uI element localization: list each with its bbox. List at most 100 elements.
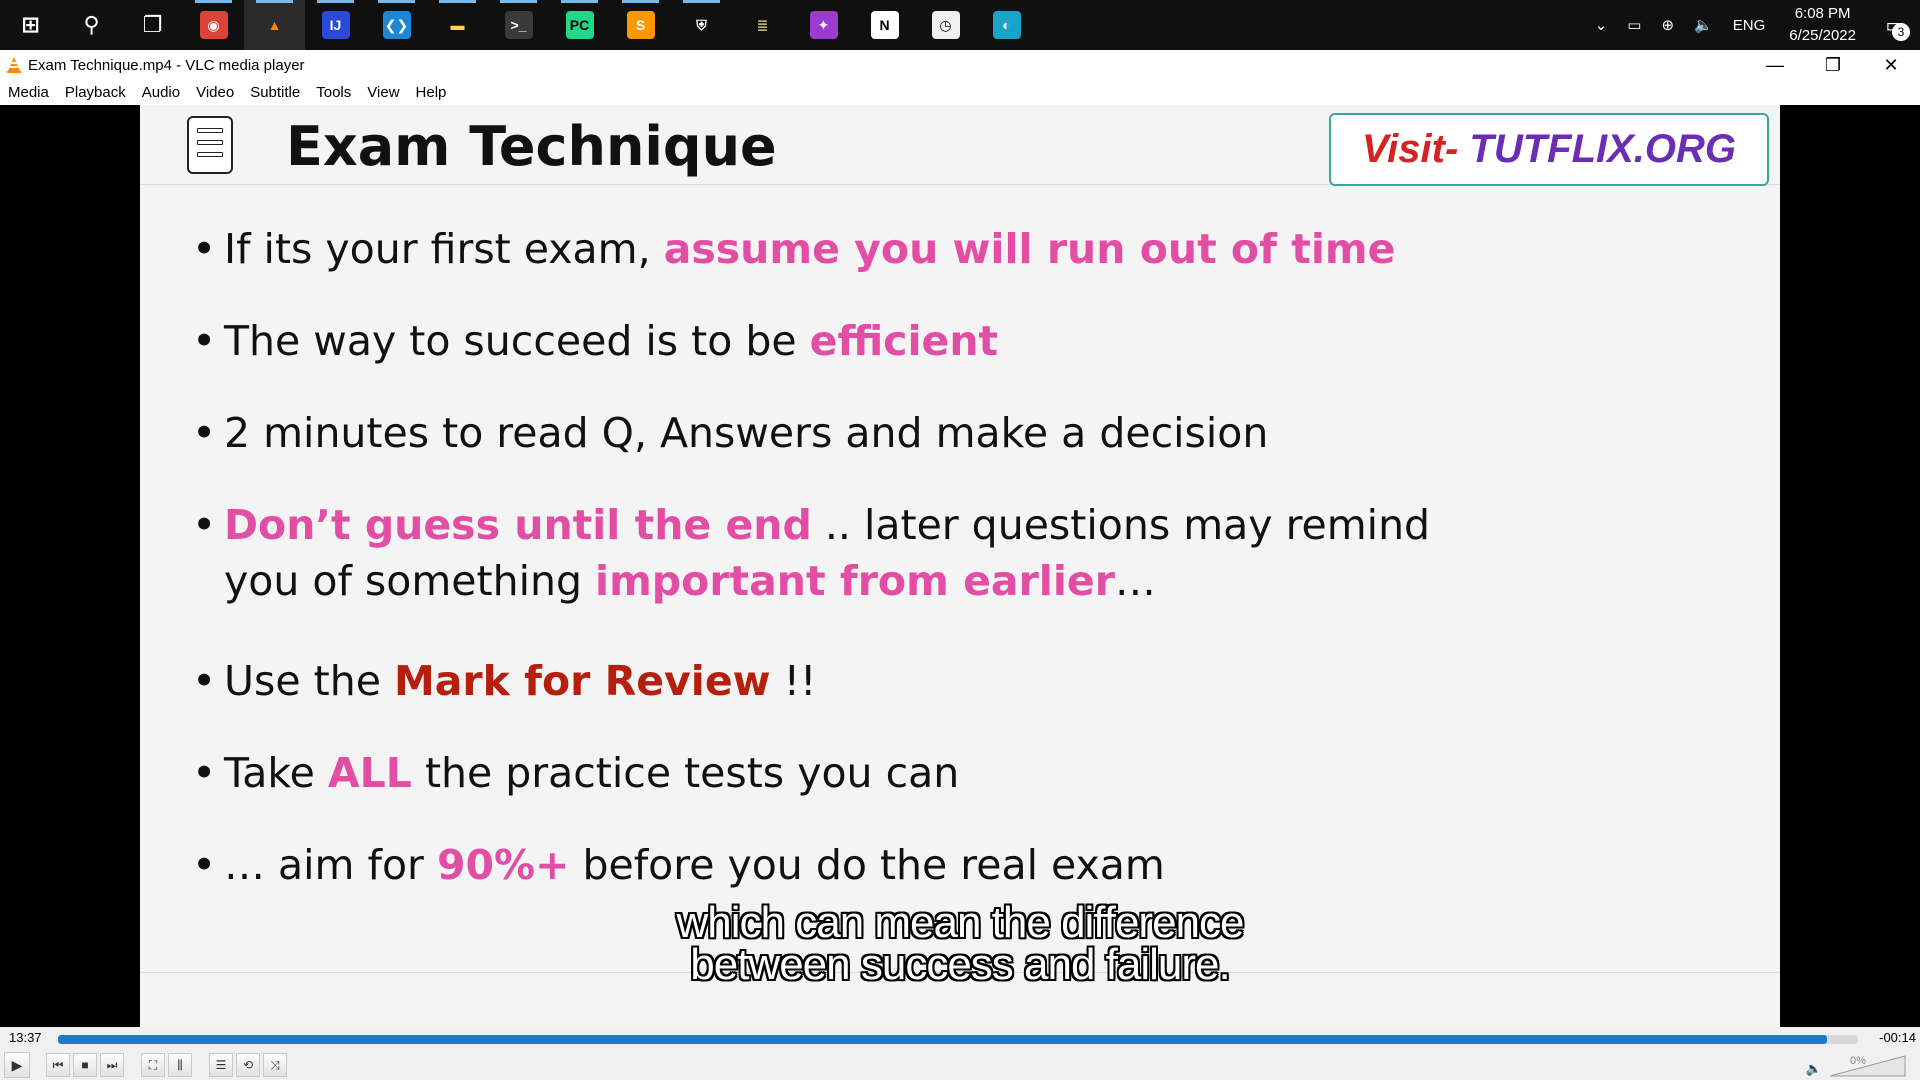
remaining-time[interactable]: -00:14 xyxy=(1879,1030,1916,1045)
taskbar-app-file-explorer[interactable]: ▬ xyxy=(427,0,488,50)
bullet-highlight: 90%+ xyxy=(436,841,570,889)
network-icon[interactable]: ⊕ xyxy=(1651,0,1684,50)
fullscreen-button[interactable]: ⛶ xyxy=(141,1053,165,1077)
taskbar-apps: ⊞ ⚲ ❐ ◉ ▲ IJ ❮❯ ▬ >_ PC S ⛨ ≣ ✦ N ◷ ◐ xyxy=(0,0,1037,50)
window-titlebar: Exam Technique.mp4 - VLC media player — … xyxy=(0,50,1920,80)
menu-playback[interactable]: Playback xyxy=(57,84,134,101)
playlist-button[interactable]: ☰ xyxy=(209,1053,233,1077)
taskbar-app-vlc[interactable]: ▲ xyxy=(244,0,305,50)
menu-video[interactable]: Video xyxy=(188,84,242,101)
bullet-item: 2 minutes to read Q, Answers and make a … xyxy=(192,405,1692,461)
menu-subtitle[interactable]: Subtitle xyxy=(242,84,308,101)
security-shield-icon: ⛨ xyxy=(696,16,707,33)
bullet-item: Take ALL the practice tests you can xyxy=(192,745,1692,801)
taskbar-app-sublime-text[interactable]: S xyxy=(610,0,671,50)
menu-audio[interactable]: Audio xyxy=(134,84,188,101)
window-controls: — ❐ ✕ xyxy=(1746,50,1920,80)
minimize-button[interactable]: — xyxy=(1746,50,1804,80)
taskbar-app-security-shield[interactable]: ⛨ xyxy=(671,0,732,50)
bullet-item: Don’t guess until the end .. later quest… xyxy=(192,497,1512,609)
clock-app-icon: ◷ xyxy=(931,11,960,39)
subtitle-line-2: between success and failure. xyxy=(690,940,1230,989)
bullet-text: Take xyxy=(224,749,328,797)
menu-help[interactable]: Help xyxy=(408,84,455,101)
seek-bar[interactable] xyxy=(58,1035,1858,1044)
volume-control: 🔈 0% xyxy=(1806,1053,1906,1077)
chevron-up-icon[interactable]: ⌄ xyxy=(1585,0,1618,50)
bullet-text: … xyxy=(1114,557,1156,605)
taskbar-app-start[interactable]: ⊞ xyxy=(0,0,61,50)
taskbar-app-task-view[interactable]: ❐ xyxy=(122,0,183,50)
bullet-highlight: assume you will run out of time xyxy=(663,225,1396,273)
menu-media[interactable]: Media xyxy=(0,84,57,101)
intellij-icon: IJ xyxy=(321,11,350,39)
volume-icon[interactable]: 🔈 xyxy=(1684,0,1723,50)
bullet-text: before you do the real exam xyxy=(569,841,1165,889)
menu-tools[interactable]: Tools xyxy=(308,84,359,101)
bullet-text: The way to succeed is to be xyxy=(224,317,810,365)
bullet-highlight: Don’t guess until the end xyxy=(224,501,812,549)
bullet-item: … aim for 90%+ before you do the real ex… xyxy=(192,837,1692,893)
bullet-text: !! xyxy=(770,657,817,705)
taskbar-app-edge[interactable]: ◐ xyxy=(976,0,1037,50)
taskbar-app-vscode[interactable]: ❮❯ xyxy=(366,0,427,50)
player-controls: 13:37 -00:14 ▶ ⏮ ■ ⏭ ⛶ ⫼ ☰ ⟲ ⤨ 🔈 0% xyxy=(0,1027,1920,1080)
shuffle-button[interactable]: ⤨ xyxy=(263,1053,287,1077)
volume-percent: 0% xyxy=(1850,1055,1866,1067)
video-area[interactable]: Exam Technique Visit- TUTFLIX.ORG If its… xyxy=(0,105,1920,1027)
chrome-icon: ◉ xyxy=(199,11,228,39)
stop-button[interactable]: ■ xyxy=(73,1053,97,1077)
battery-icon[interactable]: ▭ xyxy=(1617,0,1651,50)
file-explorer-icon: ▬ xyxy=(450,17,465,33)
bullet-item: If its your first exam, assume you will … xyxy=(192,221,1692,277)
bullet-highlight: Mark for Review xyxy=(393,657,771,705)
taskbar-app-media-app[interactable]: ✦ xyxy=(793,0,854,50)
close-button[interactable]: ✕ xyxy=(1862,50,1920,80)
vscode-icon: ❮❯ xyxy=(382,11,411,39)
taskbar-app-chrome[interactable]: ◉ xyxy=(183,0,244,50)
taskbar-app-notion[interactable]: N xyxy=(854,0,915,50)
search-icon: ⚲ xyxy=(83,12,100,37)
notification-count-badge: 3 xyxy=(1892,23,1910,41)
bullet-text: … aim for xyxy=(224,841,437,889)
presentation-slide: Exam Technique Visit- TUTFLIX.ORG If its… xyxy=(140,105,1780,1027)
volume-slider[interactable]: 0% xyxy=(1830,1055,1906,1077)
pycharm-icon: PC xyxy=(565,11,594,39)
taskbar-app-intellij[interactable]: IJ xyxy=(305,0,366,50)
previous-button[interactable]: ⏮ xyxy=(46,1053,70,1077)
books-icon: ≣ xyxy=(756,16,769,33)
promo-visit-text: Visit- xyxy=(1361,127,1459,171)
speaker-icon[interactable]: 🔈 xyxy=(1806,1061,1822,1077)
bullet-highlight: important from earlier xyxy=(595,557,1115,605)
bullet-item: Use the Mark for Review !! xyxy=(192,653,1692,709)
slide-header: Exam Technique Visit- TUTFLIX.ORG xyxy=(140,105,1780,186)
bullet-text: the practice tests you can xyxy=(411,749,960,797)
language-indicator[interactable]: ENG xyxy=(1723,0,1776,50)
loop-button[interactable]: ⟲ xyxy=(236,1053,260,1077)
notification-center-button[interactable]: ▭ 3 xyxy=(1870,0,1920,50)
notion-icon: N xyxy=(870,11,899,39)
play-button[interactable]: ▶ xyxy=(4,1052,30,1078)
bullet-item: The way to succeed is to be efficient xyxy=(192,313,1692,369)
terminal-icon: >_ xyxy=(504,11,533,39)
taskbar-app-clock-app[interactable]: ◷ xyxy=(915,0,976,50)
restore-button[interactable]: ❐ xyxy=(1804,50,1862,80)
promo-site-text: TUTFLIX.ORG xyxy=(1469,127,1737,171)
edge-icon: ◐ xyxy=(992,11,1021,39)
clock[interactable]: 6:08 PM 6/25/2022 xyxy=(1775,0,1870,50)
taskbar-app-books[interactable]: ≣ xyxy=(732,0,793,50)
menu-view[interactable]: View xyxy=(359,84,407,101)
taskbar-app-pycharm[interactable]: PC xyxy=(549,0,610,50)
clock-time: 6:08 PM xyxy=(1794,5,1851,22)
subtitle-line-1: which can mean the difference xyxy=(676,898,1245,947)
vlc-cone-icon xyxy=(7,57,21,73)
extended-settings-button[interactable]: ⫼ xyxy=(168,1053,192,1077)
start-icon: ⊞ xyxy=(21,12,40,37)
taskbar-app-terminal[interactable]: >_ xyxy=(488,0,549,50)
media-app-icon: ✦ xyxy=(809,11,838,39)
next-button[interactable]: ⏭ xyxy=(100,1053,124,1077)
bullet-text: If its your first exam, xyxy=(224,225,664,273)
system-tray: ⌄ ▭ ⊕ 🔈 ENG 6:08 PM 6/25/2022 ▭ 3 xyxy=(1585,0,1920,50)
control-buttons: ▶ ⏮ ■ ⏭ ⛶ ⫼ ☰ ⟲ ⤨ xyxy=(4,1052,290,1078)
taskbar-app-search[interactable]: ⚲ xyxy=(61,0,122,50)
